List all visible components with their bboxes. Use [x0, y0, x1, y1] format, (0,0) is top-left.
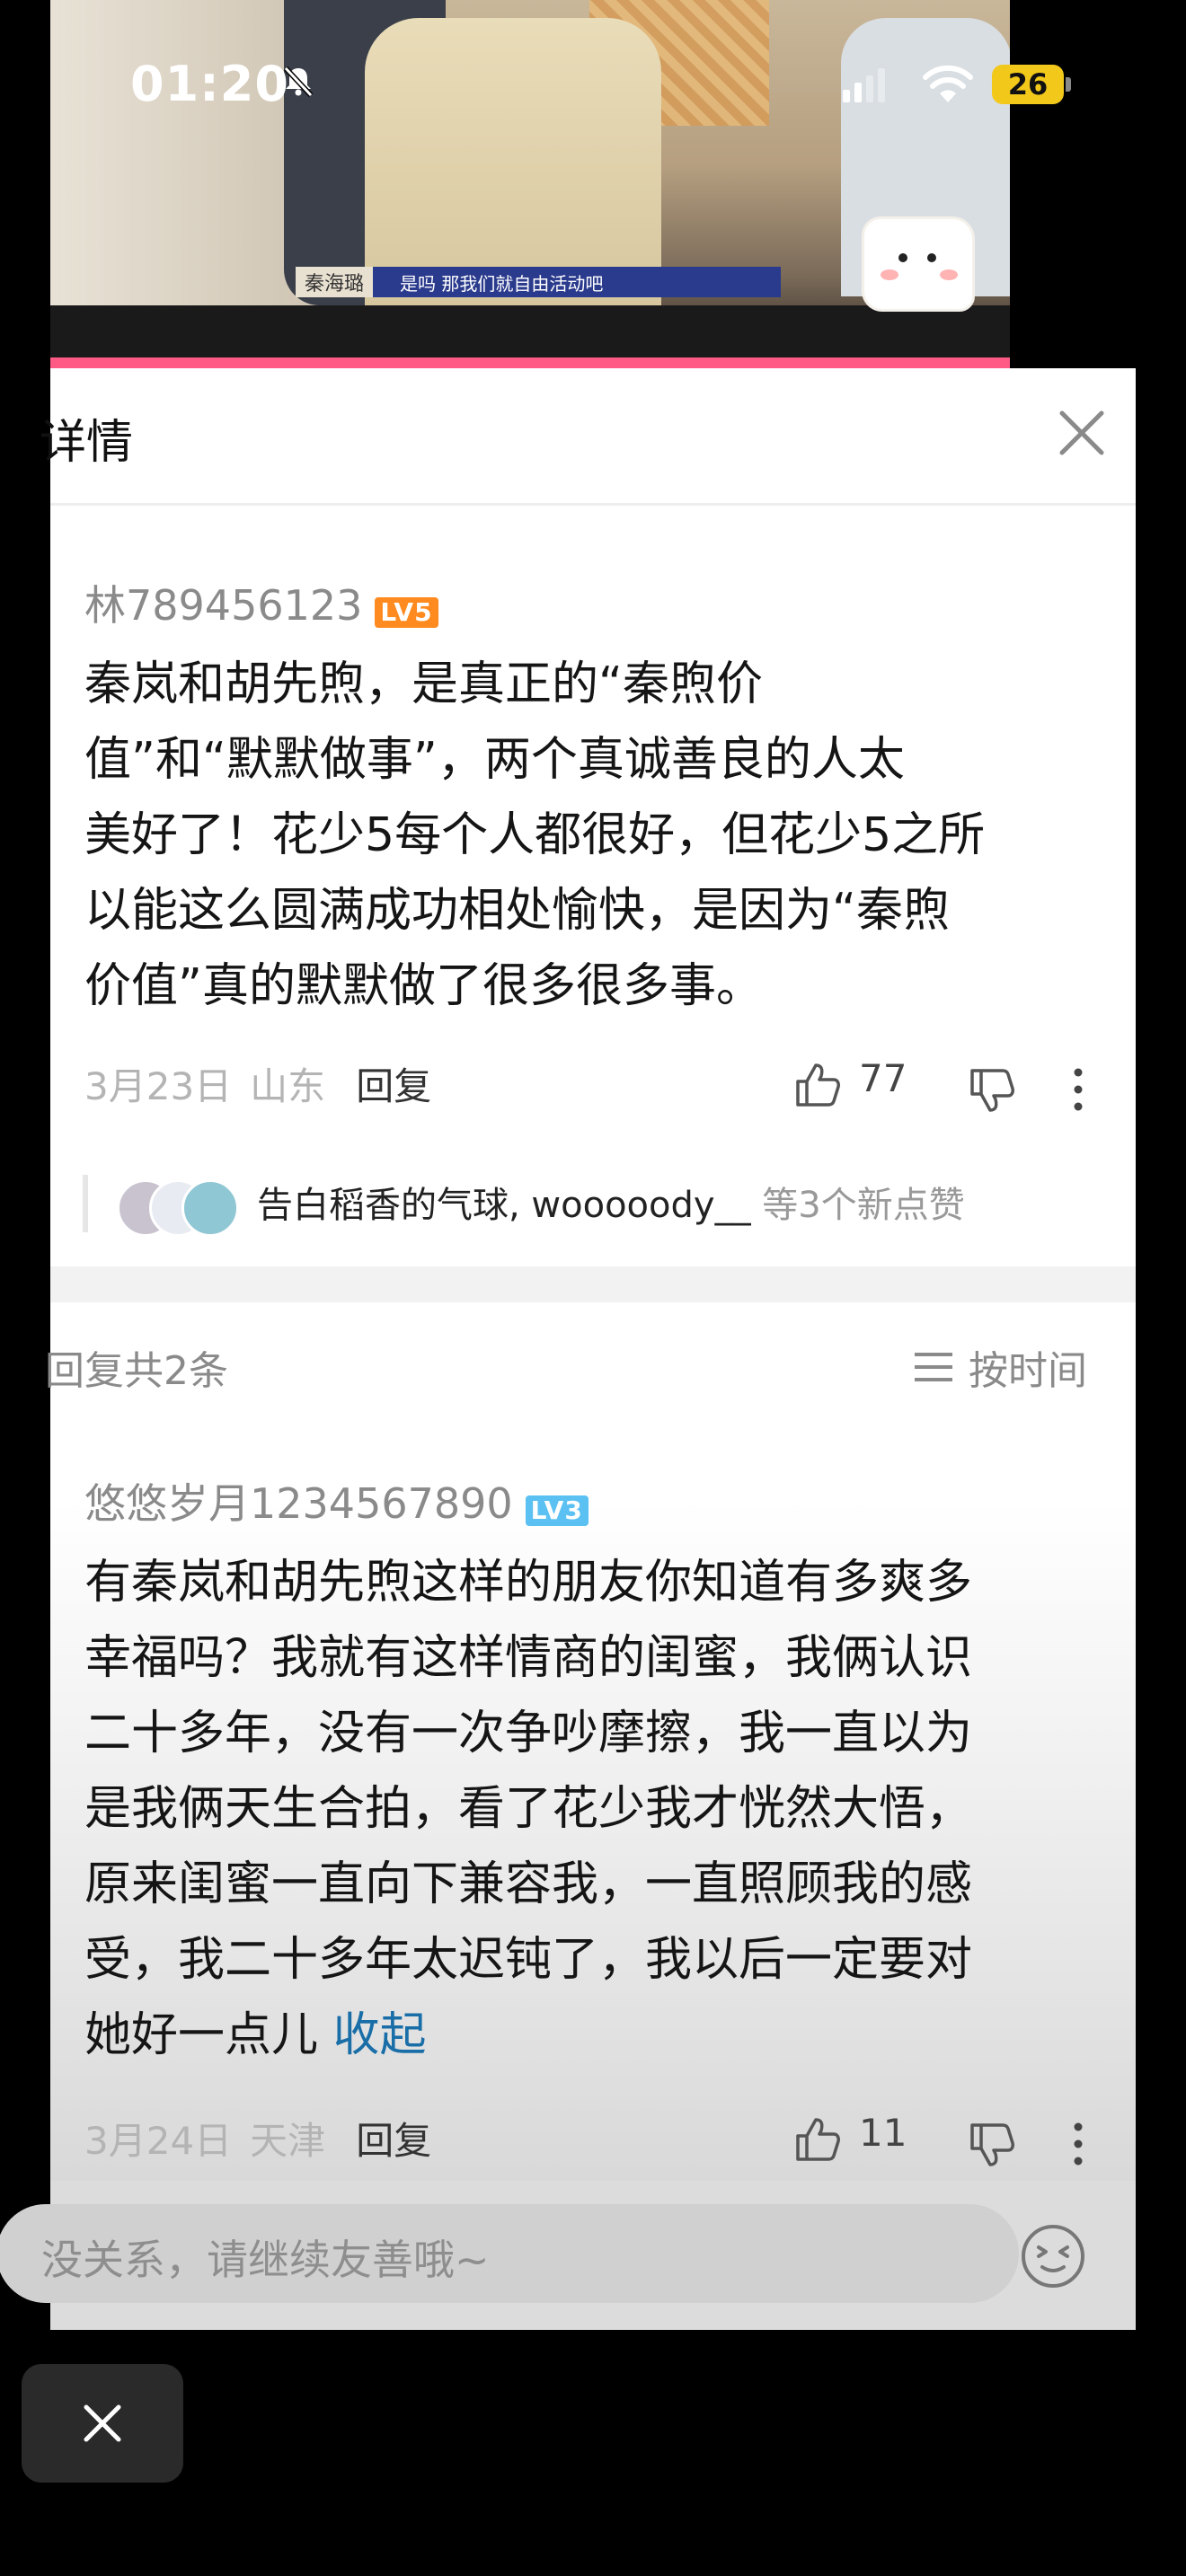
- reply-line: 是我俩天生合拍，看了花少我才恍然大悟，: [84, 1782, 973, 1836]
- wifi-icon: [923, 65, 973, 102]
- video-subtitle: 秦海璐 是吗 那我们就自由活动吧: [296, 267, 781, 297]
- comment-detail-panel: 详情 林789456123 LV5 秦岚和胡先煦，是真正的“秦煦价 值”和“默默做…: [0, 368, 1136, 2330]
- like-count: 77: [859, 1056, 907, 1100]
- comment-line: 秦岚和胡先煦，是真正的“秦煦价: [84, 657, 763, 711]
- comment-line: 价值”真的默默做了很多很多事。: [84, 959, 763, 1013]
- close-button[interactable]: [22, 2364, 183, 2483]
- comment-body: 秦岚和胡先煦，是真正的“秦煦价 值”和“默默做事”，两个真诚善良的人太 美好了！…: [84, 647, 1127, 1024]
- thumbs-down-icon[interactable]: [967, 2120, 1017, 2170]
- battery-icon: 26: [992, 65, 1073, 104]
- comment-line: 值”和“默默做事”，两个真诚善良的人太: [84, 733, 905, 787]
- panel-title: 详情: [40, 416, 134, 470]
- reply-line: 原来闺蜜一直向下兼容我，一直照顾我的感: [84, 1857, 973, 1911]
- comment-meta: 3月23日 山东 回复: [84, 1056, 431, 1111]
- input-placeholder: 没关系，请继续友善哦~: [41, 2236, 490, 2284]
- status-bar: 01:20 26: [0, 0, 1186, 171]
- likers-names: 告白稻香的气球, wooooody__: [257, 1185, 751, 1226]
- battery-level: 26: [1007, 67, 1049, 101]
- thumbs-up-icon[interactable]: [792, 2114, 843, 2165]
- reply-body: 有秦岚和胡先煦这样的朋友你知道有多爽多 幸福吗？我就有这样情商的闺蜜，我俩认识 …: [84, 1545, 1127, 2073]
- reply-button[interactable]: 回复: [356, 2111, 431, 2166]
- reply-date: 3月24日: [84, 2119, 233, 2163]
- collapse-link[interactable]: 收起: [333, 2008, 427, 2062]
- status-time: 01:20: [130, 56, 289, 112]
- reply-author[interactable]: 悠悠岁月1234567890 LV3: [84, 1471, 589, 1531]
- cellular-icon: [843, 68, 885, 102]
- panel-header: 详情: [40, 368, 1136, 506]
- sort-label: 按时间: [969, 1348, 1087, 1394]
- bell-muted-icon: [283, 66, 314, 98]
- close-icon: [84, 2404, 121, 2442]
- section-separator: [50, 1266, 1136, 1302]
- comment-location: 山东: [250, 1064, 326, 1108]
- comment-line: 以能这么圆满成功相处愉快，是因为“秦煦: [84, 884, 950, 938]
- comment-date: 3月23日: [84, 1064, 233, 1108]
- likers-divider: [83, 1175, 88, 1232]
- more-icon[interactable]: [1071, 2122, 1085, 2166]
- sort-lines-icon: [915, 1353, 952, 1381]
- reply-line: 幸福吗？我就有这样情商的闺蜜，我俩认识: [84, 1631, 973, 1685]
- level-badge: LV3: [525, 1495, 589, 1526]
- mascot-sticker: [864, 219, 972, 309]
- reply-line: 她好一点儿 收起: [84, 1998, 1127, 2073]
- reply-meta: 3月24日 天津 回复: [84, 2111, 431, 2166]
- reply-line: 受，我二十多年太迟钝了，我以后一定要对: [84, 1933, 973, 1987]
- subtitle-text: 是吗 那我们就自由活动吧: [400, 272, 604, 295]
- video-progress-bar[interactable]: [50, 357, 1010, 368]
- reply-location: 天津: [250, 2119, 326, 2163]
- thumbs-up-icon[interactable]: [792, 1060, 843, 1110]
- reply-line: 有秦岚和胡先煦这样的朋友你知道有多爽多: [84, 1556, 973, 1610]
- level-badge: LV5: [375, 596, 438, 628]
- avatar: [181, 1179, 239, 1237]
- reply-line: 二十多年，没有一次争吵摩擦，我一直以为: [84, 1707, 973, 1760]
- sort-button[interactable]: 按时间: [913, 1338, 1087, 1396]
- reply-count: 回复共2条: [45, 1348, 228, 1394]
- username[interactable]: 林789456123: [84, 581, 362, 630]
- reply-last-line: 她好一点儿: [84, 2008, 319, 2062]
- subtitle-speaker: 秦海璐: [296, 267, 374, 297]
- reply-button[interactable]: 回复: [356, 1056, 431, 1111]
- emoji-icon[interactable]: [1019, 2222, 1087, 2290]
- video-letterbox: [50, 305, 1010, 357]
- likers-summary[interactable]: 告白稻香的气球, wooooody__ 等3个新点赞: [257, 1177, 965, 1234]
- thumbs-down-icon[interactable]: [967, 1065, 1017, 1116]
- liker-avatars[interactable]: [117, 1177, 261, 1237]
- comment-author[interactable]: 林789456123 LV5: [84, 573, 438, 632]
- username[interactable]: 悠悠岁月1234567890: [84, 1479, 513, 1528]
- comment-line: 美好了！花少5每个人都很好，但花少5之所: [84, 808, 986, 862]
- likers-suffix: 等3个新点赞: [762, 1185, 965, 1226]
- more-icon[interactable]: [1071, 1067, 1085, 1112]
- like-count: 11: [859, 2111, 907, 2155]
- close-icon[interactable]: [1055, 406, 1109, 460]
